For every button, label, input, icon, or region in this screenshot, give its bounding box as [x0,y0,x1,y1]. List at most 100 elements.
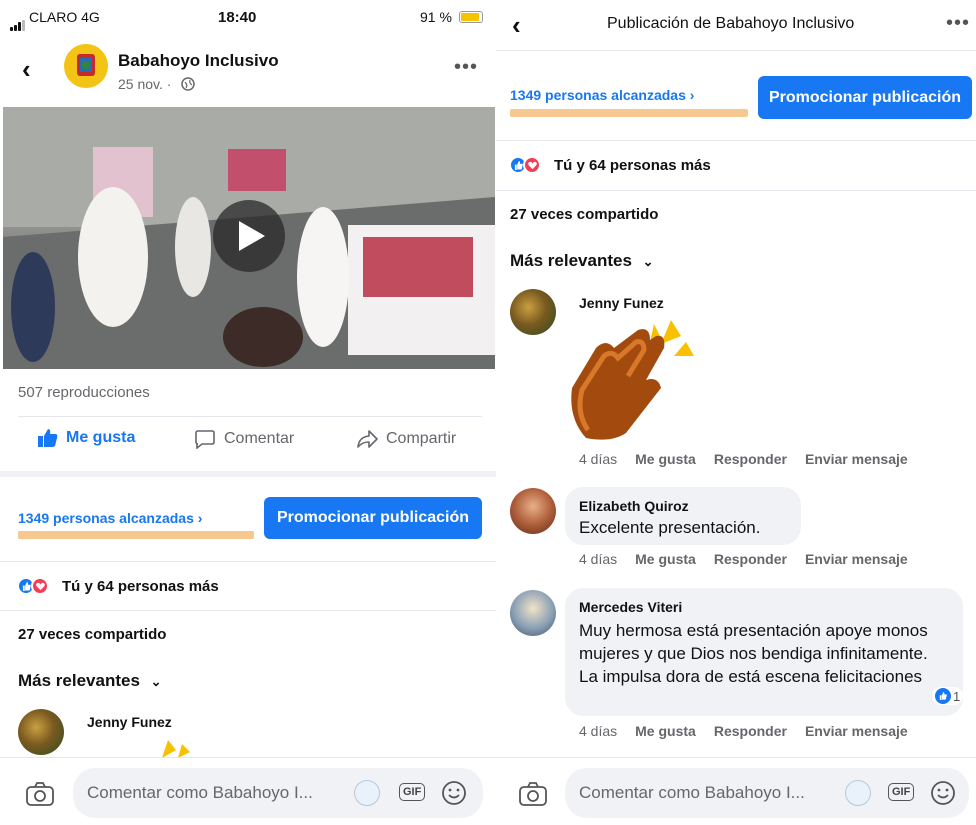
globe-icon [181,77,195,96]
composer-bar: Comentar como Babahoyo I... GIF [496,757,976,825]
comment-message-link[interactable]: Enviar mensaje [805,451,908,467]
sort-filter[interactable]: Más relevantes ⌄ [18,671,162,691]
comment-icon [195,430,215,449]
comment-text: Muy hermosa está presentación apoye mono… [579,621,928,686]
emoji-icon[interactable] [441,780,467,811]
divider [496,190,976,191]
reactions-summary[interactable]: Tú y 64 personas más [554,157,711,174]
comment-reaction-count: 1 [953,688,961,704]
play-icon [239,221,265,251]
comment-reply-link[interactable]: Responder [714,723,787,739]
reach-link[interactable]: 1349 personas alcanzadas › [510,87,694,103]
back-arrow-icon[interactable]: ‹ [22,56,31,82]
commenter-name[interactable]: Jenny Funez [579,295,664,311]
like-icon [38,429,58,447]
comment-meta: 4 días Me gusta Responder Enviar mensaje [579,551,908,567]
love-reaction-icon [31,577,49,595]
comment-time: 4 días [579,451,618,467]
chevron-down-icon: ⌄ [150,674,162,689]
divider [496,140,976,141]
divider [496,50,976,51]
comment-button[interactable]: Comentar [194,429,294,449]
gif-button[interactable]: GIF [399,783,426,801]
comment-placeholder: Comentar como Babahoyo I... [87,783,313,802]
comment-time: 4 días [579,723,618,739]
page-name[interactable]: Babahoyo Inclusivo [118,51,279,71]
comment-label: Comentar [224,430,295,447]
commenter-avatar[interactable] [510,590,556,636]
clap-emoji-icon [566,318,696,448]
sort-filter-label: Más relevantes [18,671,140,690]
commenter-name[interactable]: Mercedes Viteri [579,599,682,615]
divider [18,416,482,417]
shares-count[interactable]: 27 veces compartido [18,626,166,643]
carrier-label: CLARO 4G [29,9,100,25]
page-avatar[interactable] [64,44,108,88]
back-arrow-icon[interactable]: ‹ [512,12,521,38]
reactions-summary[interactable]: Tú y 64 personas más [62,578,219,595]
share-label: Compartir [386,430,457,447]
comment-meta: 4 días Me gusta Responder Enviar mensaje [579,723,908,739]
video-player[interactable] [3,107,495,369]
right-screen: ‹ Publicación de Babahoyo Inclusivo ••• … [496,0,976,825]
commenter-avatar[interactable] [510,488,556,534]
commenter-mini-avatar[interactable] [354,780,380,806]
comment-like-link[interactable]: Me gusta [635,551,696,567]
reach-bar [18,531,254,539]
video-views: 507 reproducciones [18,384,150,401]
divider [0,610,496,611]
comment-reply-link[interactable]: Responder [714,451,787,467]
commenter-avatar[interactable] [18,709,64,755]
reach-bar [510,109,748,117]
like-button[interactable]: Me gusta [38,429,135,447]
chevron-down-icon: ⌄ [642,254,654,269]
comment-like-link[interactable]: Me gusta [635,723,696,739]
post-date: 25 nov. · [118,76,172,92]
battery-percent: 91 % [420,9,452,25]
battery-icon [459,11,483,23]
reaction-icons[interactable] [509,156,541,174]
love-reaction-icon [523,156,541,174]
comment-reply-link[interactable]: Responder [714,551,787,567]
emoji-icon[interactable] [930,780,956,811]
like-reaction-icon [935,688,951,704]
share-button[interactable]: Compartir [356,429,456,449]
comment-bubble[interactable]: Mercedes Viteri Muy hermosa está present… [565,588,964,716]
share-icon [357,430,378,448]
composer-bar: Comentar como Babahoyo I... GIF [0,757,496,825]
commenter-mini-avatar[interactable] [845,780,871,806]
comment-time: 4 días [579,551,618,567]
comment-input[interactable]: Comentar como Babahoyo I... GIF [565,768,969,818]
promote-button[interactable]: Promocionar publicación [758,76,972,119]
reaction-icons[interactable] [17,577,49,595]
comment-message-link[interactable]: Enviar mensaje [805,551,908,567]
shares-count[interactable]: 27 veces compartido [510,206,658,223]
commenter-avatar[interactable] [510,289,556,335]
camera-icon[interactable] [25,781,55,812]
section-divider [0,471,496,477]
more-options-icon[interactable]: ••• [454,56,478,79]
comment-message-link[interactable]: Enviar mensaje [805,723,908,739]
status-time: 18:40 [218,9,257,26]
camera-icon[interactable] [518,781,548,812]
comment-reaction-badge[interactable]: 1 [932,687,964,705]
post-header-title: Publicación de Babahoyo Inclusivo [607,15,855,32]
promote-button[interactable]: Promocionar publicación [264,497,482,539]
comment-text: Excelente presentación. [579,518,761,537]
divider [0,561,496,562]
comment-meta: 4 días Me gusta Responder Enviar mensaje [579,451,908,467]
play-button[interactable] [213,200,285,272]
signal-icon [10,13,26,31]
commenter-name[interactable]: Elizabeth Quiroz [579,498,689,514]
comment-bubble[interactable]: Elizabeth Quiroz Excelente presentación. [565,487,801,545]
commenter-name[interactable]: Jenny Funez [87,714,172,730]
gif-button[interactable]: GIF [888,783,915,801]
left-screen: CLARO 4G 18:40 91 % ‹ Babahoyo Inclusivo… [0,0,496,825]
more-options-icon[interactable]: ••• [946,12,970,35]
comment-like-link[interactable]: Me gusta [635,451,696,467]
comment-placeholder: Comentar como Babahoyo I... [579,783,805,802]
comment-input[interactable]: Comentar como Babahoyo I... GIF [73,768,483,818]
like-label: Me gusta [66,429,136,446]
reach-link[interactable]: 1349 personas alcanzadas › [18,510,202,526]
sort-filter[interactable]: Más relevantes ⌄ [510,251,654,271]
